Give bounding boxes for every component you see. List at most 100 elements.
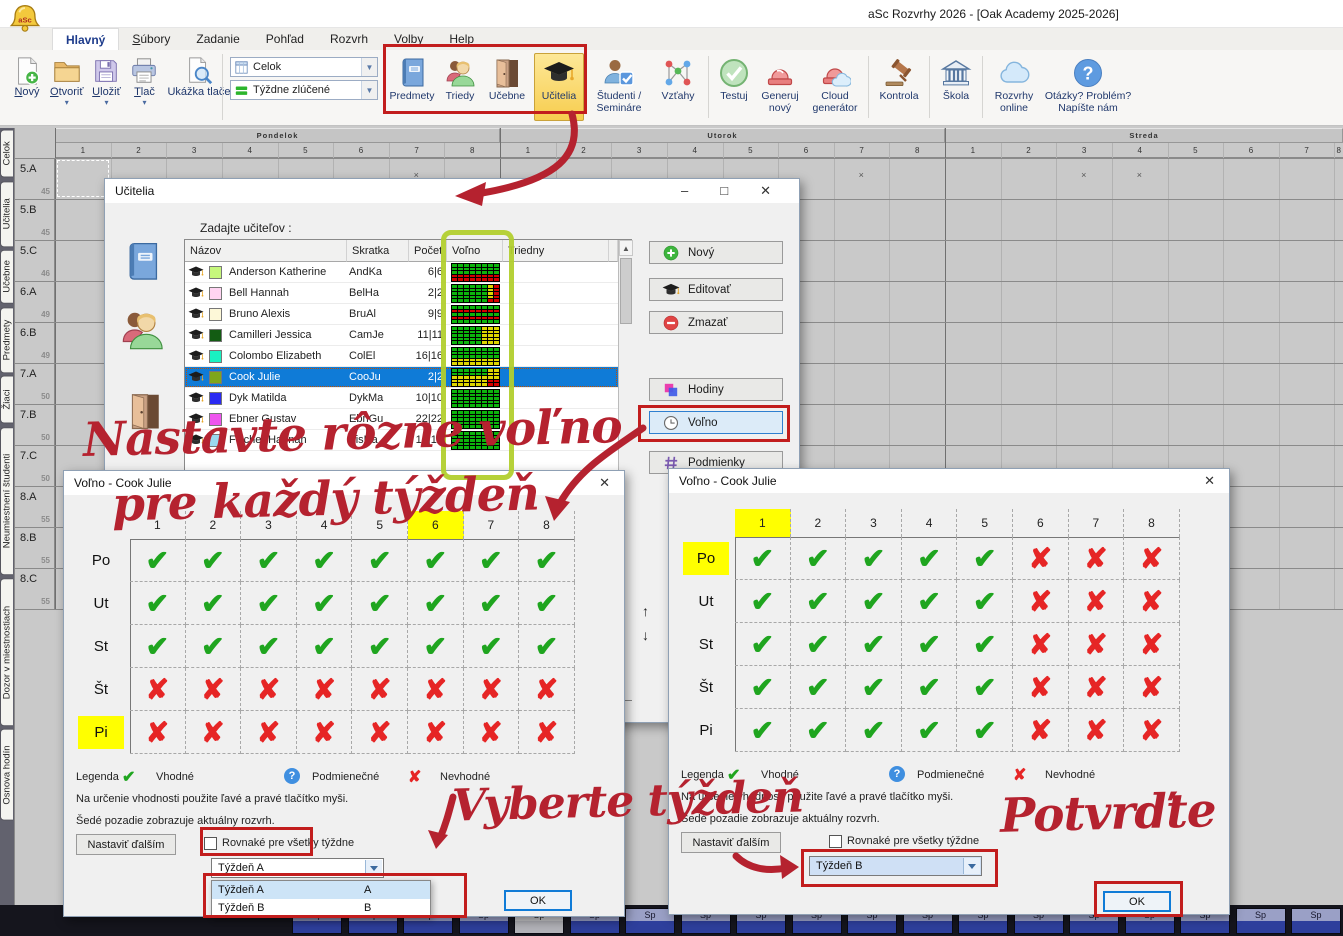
chevron-down-icon[interactable]: ▾ xyxy=(65,99,69,108)
availability-cell[interactable]: ✔ xyxy=(130,625,186,668)
availability-cell[interactable]: ✘ xyxy=(1124,666,1180,709)
availability-cell[interactable]: ✘ xyxy=(464,711,520,754)
availability-cell[interactable]: ✔ xyxy=(464,625,520,668)
availability-cell[interactable]: ✔ xyxy=(957,623,1013,666)
selected-timetable-cell[interactable] xyxy=(57,160,109,197)
availability-cell[interactable]: ✔ xyxy=(186,539,242,582)
teacher-row-colombo-elizabeth[interactable]: Colombo ElizabethColEl16|16 xyxy=(185,346,618,367)
availability-cell[interactable]: ✔ xyxy=(130,539,186,582)
availability-cell[interactable]: ✔ xyxy=(519,625,575,668)
availability-cell[interactable]: ✘ xyxy=(1124,709,1180,752)
period-header[interactable]: 8 xyxy=(519,511,575,539)
availability-cell[interactable]: ✘ xyxy=(408,668,464,711)
availability-cell[interactable]: ✔ xyxy=(957,580,1013,623)
availability-cell[interactable]: ✔ xyxy=(408,582,464,625)
availability-cell[interactable]: ✔ xyxy=(846,537,902,580)
class-cell-8-c[interactable]: 8.C55 xyxy=(14,568,55,609)
teacher-row-fischer-hannah[interactable]: Fischer HannahFisHa14|14 xyxy=(185,430,618,451)
availability-cell[interactable]: ✔ xyxy=(791,623,847,666)
availability-cell[interactable]: ✔ xyxy=(846,709,902,752)
availability-cell[interactable]: ✔ xyxy=(297,625,353,668)
teacher-row-camilleri-jessica[interactable]: Camilleri JessicaCamJe11|11 xyxy=(185,325,618,346)
availability-cell[interactable]: ✘ xyxy=(1013,623,1069,666)
availability-cell[interactable]: ✔ xyxy=(519,582,575,625)
set-next-button[interactable]: Nastaviť ďalším xyxy=(76,834,176,855)
period-header[interactable]: 4 xyxy=(297,511,353,539)
availability-cell[interactable]: ✔ xyxy=(846,666,902,709)
availability-cell[interactable]: ✘ xyxy=(186,668,242,711)
day-label-st[interactable]: St xyxy=(683,628,729,661)
chevron-down-icon[interactable]: ▾ xyxy=(142,99,146,108)
menu-tab-help[interactable]: Help xyxy=(436,28,487,50)
availability-cell[interactable]: ✘ xyxy=(1124,623,1180,666)
class-cell-6-a[interactable]: 6.A49 xyxy=(14,281,55,322)
availability-cell[interactable]: ✔ xyxy=(957,666,1013,709)
ribbon-nov-button[interactable]: Nový xyxy=(10,54,44,98)
chevron-down-icon[interactable] xyxy=(365,860,382,876)
availability-cell[interactable]: ✔ xyxy=(241,539,297,582)
menu-tab-poh-ad[interactable]: Pohľad xyxy=(253,28,317,50)
availability-cell[interactable]: ✘ xyxy=(130,711,186,754)
availability-cell[interactable]: ✘ xyxy=(519,668,575,711)
availability-cell[interactable]: ✔ xyxy=(408,539,464,582)
period-header[interactable]: 5 xyxy=(352,511,408,539)
menu-tab-s-bory[interactable]: Súbory xyxy=(119,28,183,50)
view-select-0[interactable]: Celok▼ xyxy=(230,57,378,77)
period-header[interactable]: 5 xyxy=(957,509,1013,537)
ribbon-tudenti-semin-re-button[interactable]: Študenti / Semináre xyxy=(586,53,652,121)
availability-cell[interactable]: ✔ xyxy=(241,625,297,668)
hodiny-button[interactable]: Hodiny xyxy=(649,378,783,401)
class-cell-7-a[interactable]: 7.A50 xyxy=(14,363,55,404)
ok-button[interactable]: OK xyxy=(504,890,572,911)
editova-button[interactable]: Editovať xyxy=(649,278,783,301)
availability-cell[interactable]: ✘ xyxy=(1069,666,1125,709)
column-header-triedny[interactable]: Triedny xyxy=(503,240,609,262)
chevron-down-icon[interactable]: ▾ xyxy=(104,99,108,108)
availability-cell[interactable]: ✘ xyxy=(297,711,353,754)
availability-cell[interactable]: ✔ xyxy=(352,625,408,668)
availability-cell[interactable]: ✔ xyxy=(241,582,297,625)
availability-cell[interactable]: ✔ xyxy=(464,582,520,625)
sidebar-tab-neumiestnen-tudenti[interactable]: Neumiestnení študenti xyxy=(0,427,13,575)
teacher-row-dyk-matilda[interactable]: Dyk MatildaDykMa10|10 xyxy=(185,388,618,409)
availability-cell[interactable]: ✘ xyxy=(464,668,520,711)
chevron-down-icon[interactable]: ▼ xyxy=(361,58,377,76)
teacher-row-anderson-katherine[interactable]: Anderson KatherineAndKa6|6 xyxy=(185,262,618,283)
availability-cell[interactable]: ✘ xyxy=(1069,709,1125,752)
availability-cell[interactable]: ✔ xyxy=(791,537,847,580)
period-header[interactable]: 4 xyxy=(902,509,958,537)
availability-cell[interactable]: ✘ xyxy=(352,668,408,711)
same-all-weeks-checkbox[interactable] xyxy=(204,837,217,850)
ribbon-ulo-i-button[interactable]: Uložiť▾ xyxy=(89,54,123,108)
ribbon-rozvrhy-online-button[interactable]: Rozvrhy online xyxy=(987,53,1041,121)
availability-cell[interactable]: ✘ xyxy=(241,711,297,754)
availability-cell[interactable]: ✘ xyxy=(1069,623,1125,666)
ribbon-triedy-button[interactable]: Triedy xyxy=(440,53,480,121)
period-header[interactable]: 2 xyxy=(791,509,847,537)
ribbon-testuj-button[interactable]: Testuj xyxy=(714,53,754,121)
classrooms-icon[interactable] xyxy=(125,391,165,436)
availability-cell[interactable]: ✘ xyxy=(1013,537,1069,580)
availability-cell[interactable]: ✔ xyxy=(408,625,464,668)
chevron-down-icon[interactable]: ▼ xyxy=(361,81,377,99)
close-icon[interactable]: ✕ xyxy=(760,183,771,199)
teacher-row-bruno-alexis[interactable]: Bruno AlexisBruAl9|9 xyxy=(185,304,618,325)
availability-cell[interactable]: ✔ xyxy=(464,539,520,582)
class-cell-7-b[interactable]: 7.B50 xyxy=(14,404,55,445)
view-select-1[interactable]: Týždne zlúčené▼ xyxy=(230,80,378,100)
availability-cell[interactable]: ✔ xyxy=(735,537,791,580)
sidebar-tab-u-itelia[interactable]: Učitelia xyxy=(0,181,13,247)
availability-cell[interactable]: ✘ xyxy=(519,711,575,754)
ribbon-kontrola-button[interactable]: Kontrola xyxy=(873,53,925,121)
day-label-ut[interactable]: Ut xyxy=(78,587,124,620)
availability-cell[interactable]: ✘ xyxy=(1013,709,1069,752)
column-header-skratka[interactable]: Skratka xyxy=(347,240,409,262)
ribbon-otvori-button[interactable]: Otvoriť▾ xyxy=(48,54,85,108)
period-header[interactable]: 2 xyxy=(186,511,242,539)
menu-tab-zadanie[interactable]: Zadanie xyxy=(183,28,252,50)
ribbon-cloud-gener-tor-button[interactable]: Cloud generátor xyxy=(806,53,864,121)
ribbon-kola-button[interactable]: Škola xyxy=(934,53,978,121)
close-icon[interactable]: ✕ xyxy=(599,475,610,491)
period-header[interactable]: 6 xyxy=(408,511,464,539)
day-label-t[interactable]: Št xyxy=(683,671,729,704)
